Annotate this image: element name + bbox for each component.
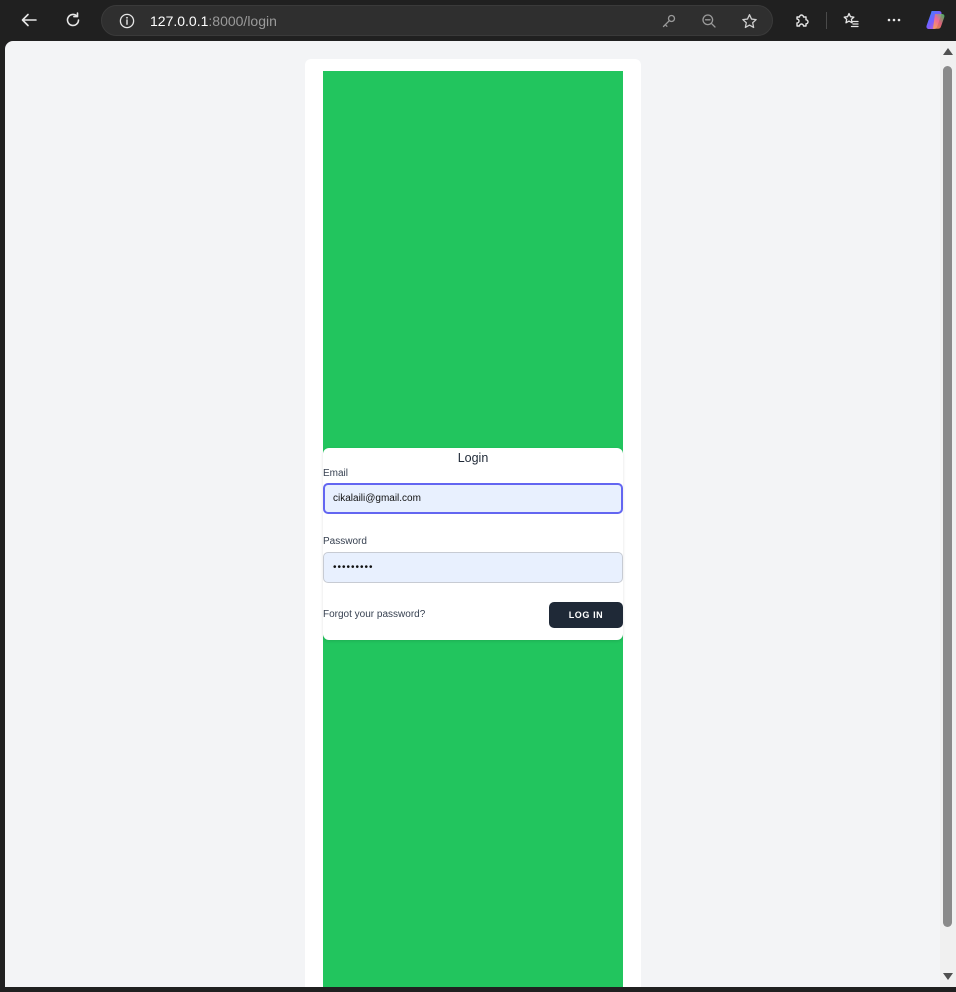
refresh-icon[interactable] bbox=[58, 5, 88, 35]
login-form: Login Email Password Forgot your passwor… bbox=[323, 448, 623, 640]
scroll-thumb[interactable] bbox=[943, 66, 952, 927]
address-bar[interactable]: 127.0.0.1:8000/login bbox=[101, 5, 773, 36]
favorites-icon[interactable] bbox=[836, 5, 866, 35]
email-field[interactable] bbox=[323, 483, 623, 514]
login-button[interactable]: LOG IN bbox=[549, 602, 623, 628]
scroll-down-icon[interactable] bbox=[943, 973, 953, 980]
url-host: 127.0.0.1 bbox=[150, 13, 209, 29]
zoom-out-icon[interactable] bbox=[699, 11, 719, 31]
browser-toolbar: 127.0.0.1:8000/login bbox=[0, 0, 956, 41]
browser-window: 127.0.0.1:8000/login Login Email cikalai… bbox=[0, 0, 956, 992]
info-icon[interactable] bbox=[117, 11, 137, 31]
password-label: Password bbox=[323, 536, 367, 547]
scrollbar[interactable] bbox=[940, 41, 956, 987]
url-text: 127.0.0.1:8000/login bbox=[150, 13, 277, 29]
star-icon[interactable] bbox=[739, 11, 759, 31]
scroll-up-icon[interactable] bbox=[943, 48, 953, 55]
back-arrow-icon[interactable] bbox=[14, 5, 44, 35]
copilot-icon[interactable] bbox=[921, 5, 951, 35]
email-label: Email bbox=[323, 468, 349, 479]
page-viewport: Login Email Password Forgot your passwor… bbox=[5, 41, 940, 987]
toolbar-divider bbox=[826, 12, 827, 29]
puzzle-icon[interactable] bbox=[787, 5, 817, 35]
key-icon[interactable] bbox=[659, 11, 679, 31]
login-title: Login bbox=[457, 451, 489, 465]
more-icon[interactable] bbox=[879, 5, 909, 35]
forgot-password-link[interactable]: Forgot your password? bbox=[323, 609, 425, 620]
password-field[interactable] bbox=[323, 552, 623, 583]
url-path: :8000/login bbox=[208, 13, 277, 29]
